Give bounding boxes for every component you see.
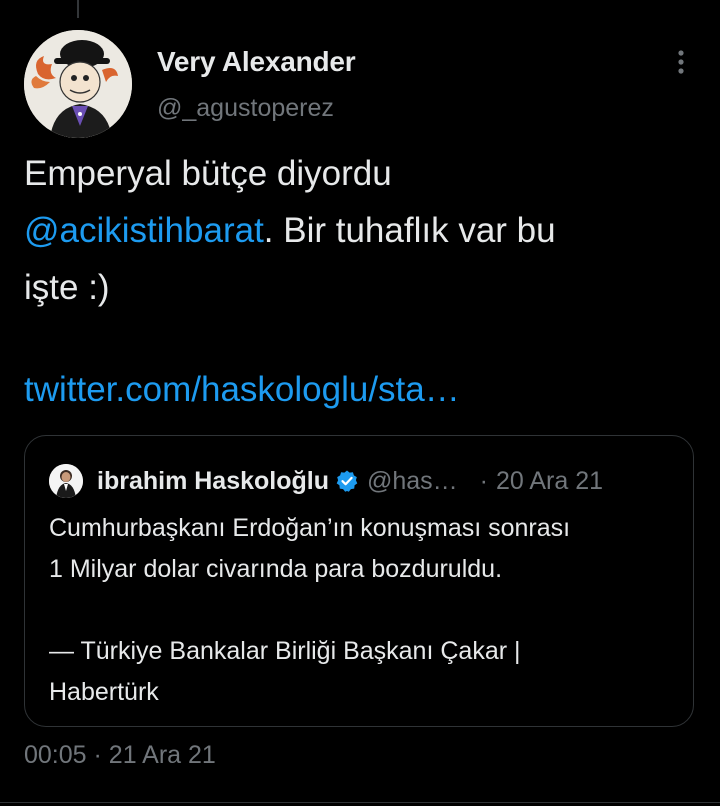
tweet-text: Emperyal bütçe diyordu @acikistihbarat. … (24, 145, 704, 316)
verified-badge-icon (335, 469, 359, 493)
quoted-tweet-date[interactable]: 20 Ara 21 (496, 467, 603, 496)
tweet-date[interactable]: 21 Ara 21 (109, 741, 216, 769)
author-handle[interactable]: @_agustoperez (157, 94, 334, 123)
tweet-timestamp: 00:05 · 21 Ara 21 (24, 741, 216, 770)
quoted-tweet-text: Cumhurbaşkanı Erdoğan’ın konuşması sonra… (49, 508, 679, 713)
mention-link[interactable]: @acikistihbarat (24, 211, 264, 250)
avatar-illustration (24, 30, 132, 138)
quoted-author-name[interactable]: ibrahim Haskoloğlu (97, 467, 329, 496)
divider (0, 802, 720, 803)
quoted-author-avatar[interactable] (49, 464, 83, 498)
quoted-text-line: Cumhurbaşkanı Erdoğan’ın konuşması sonra… (49, 514, 571, 542)
quoted-text-line: Habertürk (49, 678, 159, 706)
quoted-text-line: 1 Milyar dolar civarında para bozduruldu… (49, 555, 503, 583)
tweet-time[interactable]: 00:05 (24, 741, 87, 769)
quoted-avatar-illustration (49, 464, 83, 498)
quoted-separator-dot: · (479, 466, 488, 495)
tweet-header: Very Alexander @_agustoperez (24, 30, 698, 138)
thread-connector-line (77, 0, 79, 18)
tweet-text-before: Emperyal bütçe diyordu (24, 154, 392, 193)
quoted-tweet-header: ibrahim Haskoloğlu @has… · 20 Ara 21 (49, 464, 679, 498)
more-options-button[interactable] (664, 42, 698, 82)
quoted-author-handle[interactable]: @has… (367, 467, 458, 496)
author-name[interactable]: Very Alexander (157, 46, 356, 78)
footer-separator-dot: · (93, 741, 102, 769)
avatar[interactable] (24, 30, 132, 138)
more-vertical-icon (678, 50, 684, 74)
quoted-text-line: — Türkiye Bankalar Birliği Başkanı Çakar… (49, 637, 521, 665)
tweet-url-link[interactable]: twitter.com/haskologlu/sta… (24, 370, 460, 410)
quoted-tweet-card[interactable]: ibrahim Haskoloğlu @has… · 20 Ara 21 Cum… (24, 435, 694, 727)
